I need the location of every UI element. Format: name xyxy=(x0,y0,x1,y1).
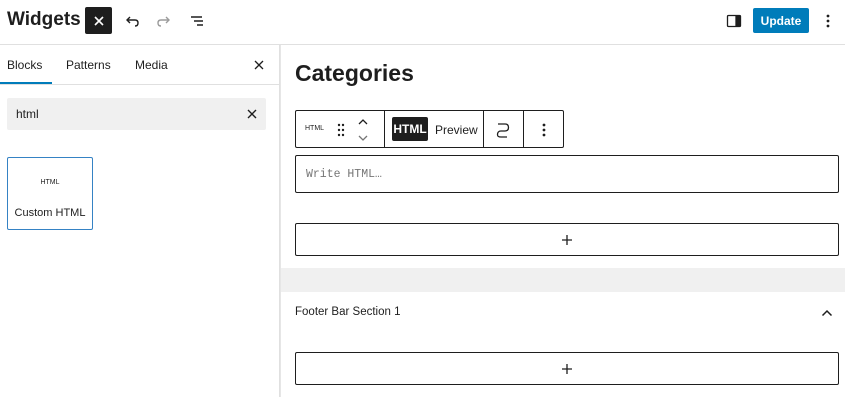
drag-handle-icon xyxy=(337,123,345,137)
html-placeholder: Write HTML… xyxy=(306,168,382,181)
transform-button[interactable] xyxy=(492,120,514,140)
page-title: Widgets xyxy=(7,9,81,30)
tab-blocks[interactable]: Blocks xyxy=(7,45,42,85)
inserter-tabs: Blocks Patterns Media xyxy=(0,45,279,85)
close-icon xyxy=(247,109,257,119)
tab-media[interactable]: Media xyxy=(135,45,168,85)
block-result-label: Custom HTML xyxy=(14,207,86,219)
widget-area-title: Footer Bar Section 1 xyxy=(295,306,401,318)
block-options-button[interactable] xyxy=(534,120,554,140)
close-icon xyxy=(254,60,264,70)
clear-search-button[interactable] xyxy=(243,105,261,123)
toolbar-separator xyxy=(483,111,484,147)
plus-icon xyxy=(562,234,572,245)
close-icon xyxy=(93,15,104,26)
redo-icon xyxy=(156,16,170,27)
widget-area-separator xyxy=(281,268,845,292)
drag-handle[interactable] xyxy=(334,121,348,139)
block-search-field[interactable]: html xyxy=(7,98,266,130)
close-panel-button[interactable] xyxy=(250,56,268,74)
add-block-button[interactable] xyxy=(295,352,839,385)
block-result-custom-html[interactable]: HTML Custom HTML xyxy=(7,157,93,230)
html-mode-button[interactable]: HTML xyxy=(392,117,428,141)
options-menu-button[interactable] xyxy=(818,7,838,34)
html-block-icon: HTML xyxy=(40,179,60,186)
list-view-button[interactable] xyxy=(183,7,210,34)
block-mover[interactable] xyxy=(355,115,371,145)
undo-icon xyxy=(125,16,139,27)
redo-button[interactable] xyxy=(150,7,177,34)
list-view-icon xyxy=(190,15,203,26)
toolbar-separator xyxy=(523,111,524,147)
tab-patterns[interactable]: Patterns xyxy=(66,45,111,85)
more-vertical-icon xyxy=(826,14,830,27)
html-block-type-icon[interactable]: HTML xyxy=(305,125,324,132)
block-inserter-panel: Blocks Patterns Media html HTML Custom H… xyxy=(0,45,280,397)
toolbar-separator xyxy=(384,111,385,147)
search-input[interactable]: html xyxy=(16,107,39,121)
more-vertical-icon xyxy=(542,123,546,137)
close-inserter-button[interactable] xyxy=(85,7,112,34)
widgets-canvas: Categories HTML HTML Preview Write HTML…… xyxy=(281,45,845,397)
settings-sidebar-toggle[interactable] xyxy=(722,7,746,34)
html-code-input[interactable]: Write HTML… xyxy=(295,155,839,193)
editor-header: Widgets Update xyxy=(0,0,845,45)
block-toolbar: HTML HTML Preview xyxy=(295,110,564,148)
active-tab-indicator xyxy=(0,82,52,84)
widget-area-title: Categories xyxy=(295,60,414,86)
move-up-down-icon xyxy=(358,119,368,141)
chevron-up-icon xyxy=(820,306,834,320)
undo-button[interactable] xyxy=(118,7,145,34)
add-block-button[interactable] xyxy=(295,223,839,256)
transform-icon xyxy=(496,123,510,138)
widget-area-header[interactable]: Footer Bar Section 1 xyxy=(281,292,845,334)
sidebar-icon xyxy=(726,14,742,27)
update-button[interactable]: Update xyxy=(753,8,809,33)
preview-mode-button[interactable]: Preview xyxy=(435,123,478,137)
plus-icon xyxy=(562,363,572,374)
